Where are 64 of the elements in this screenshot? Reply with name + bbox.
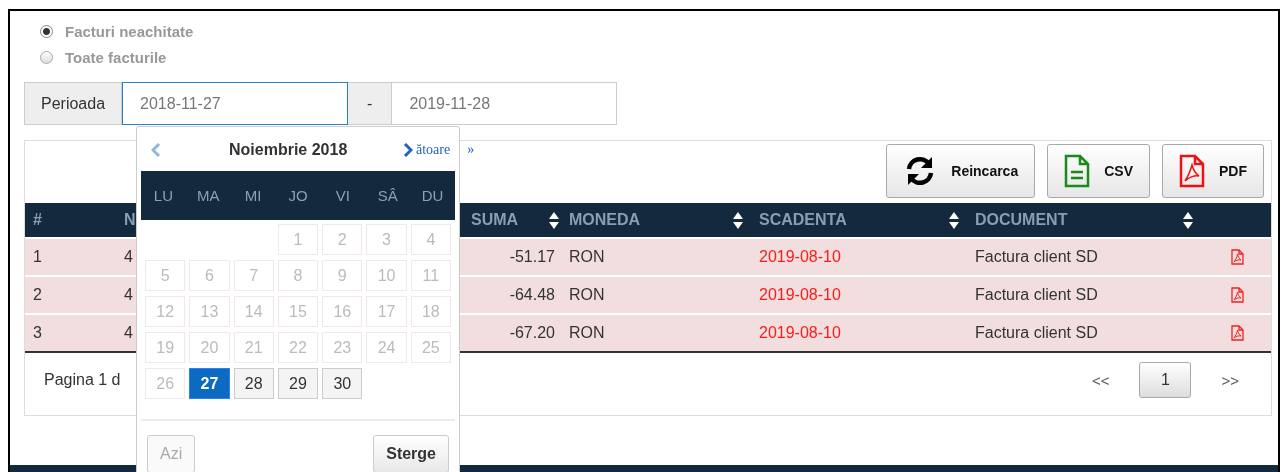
calendar-day[interactable]: 28 [233, 368, 274, 399]
table-cell-text: Factura client SD [974, 324, 1099, 342]
table-cell-text: 2019-08-10 [758, 286, 842, 304]
pdf-file-icon[interactable] [1231, 325, 1244, 341]
sort-icon[interactable] [549, 211, 559, 229]
chevron-right-icon[interactable] [403, 143, 413, 157]
picker-button[interactable]: Sterge [373, 435, 449, 472]
table-cell-text: 2019-08-10 [758, 324, 842, 342]
first-page-link[interactable]: << [1079, 371, 1122, 389]
table-cell-text: 2 [32, 286, 43, 304]
table-cell-text: Factura client SD [974, 286, 1099, 304]
weekday-label: SÂ [376, 187, 399, 204]
column-header[interactable]: SUMA [471, 211, 519, 229]
pdf-file-icon [1179, 154, 1205, 188]
table-cell-text: RON [568, 324, 606, 342]
radio-label[interactable]: Facturi neachitate [65, 23, 194, 40]
month-title: Noiembrie 2018 [229, 141, 348, 159]
radio-button[interactable] [40, 25, 53, 38]
table-cell-text: -64.48 [508, 286, 556, 304]
column-header[interactable]: MONEDA [569, 211, 641, 229]
table-cell-text: RON [568, 286, 606, 304]
column-header[interactable]: SCADENTA [759, 211, 847, 229]
page-button[interactable]: 1 [1139, 362, 1192, 398]
radio-label[interactable]: Toate facturile [65, 49, 167, 66]
weekday-label: JO [287, 187, 309, 204]
sort-icon[interactable] [733, 211, 743, 229]
table-cell-text: -51.17 [508, 248, 556, 266]
period-label: Perioada [24, 82, 123, 125]
table-cell-text: -67.20 [508, 324, 556, 342]
toolbar-button[interactable]: Reincarca [886, 144, 1036, 198]
toolbar-button[interactable]: CSV [1047, 144, 1150, 198]
calendar-day[interactable]: 30 [322, 368, 363, 399]
document-icon [1064, 154, 1091, 188]
toolbar-button[interactable]: PDF [1162, 144, 1264, 198]
column-header[interactable]: DOCUMENT [975, 211, 1068, 229]
date-to-field[interactable]: 2019-11-28 [391, 82, 618, 125]
column-header[interactable]: # [33, 211, 42, 229]
pdf-file-icon[interactable] [1231, 249, 1244, 265]
next-link[interactable]: ătoare [416, 142, 451, 158]
column-header[interactable]: N [124, 211, 136, 229]
calendar-day[interactable]: 27 [189, 368, 230, 399]
sort-icon[interactable] [949, 211, 959, 229]
table-cell-text: 4 [123, 286, 134, 304]
last-page-link[interactable]: >> [1209, 371, 1251, 389]
page-summary: Pagina 1 d [44, 371, 121, 389]
calendar-day[interactable]: 29 [277, 368, 319, 399]
table-cell-text: 4 [123, 324, 134, 342]
date-from-field[interactable]: 2018-11-27 [122, 82, 349, 125]
next-link[interactable]: » [467, 142, 475, 158]
table-cell-text: 2019-08-10 [758, 248, 842, 266]
weekday-label: VI [334, 187, 351, 204]
weekday-label: MA [196, 187, 221, 204]
table-cell-text: 3 [32, 324, 43, 342]
table-cell-text: RON [568, 248, 606, 266]
weekday-label: DU [420, 187, 445, 204]
weekday-label: MI [243, 187, 263, 204]
sort-icon[interactable] [1183, 211, 1193, 229]
radio-button[interactable] [40, 51, 53, 64]
table-cell-text: Factura client SD [974, 248, 1099, 266]
pdf-file-icon[interactable] [1231, 287, 1244, 303]
range-separator: - [348, 82, 392, 125]
weekday-label: LU [152, 187, 174, 204]
table-cell-text: 1 [32, 248, 43, 266]
table-cell-text: 4 [123, 248, 134, 266]
